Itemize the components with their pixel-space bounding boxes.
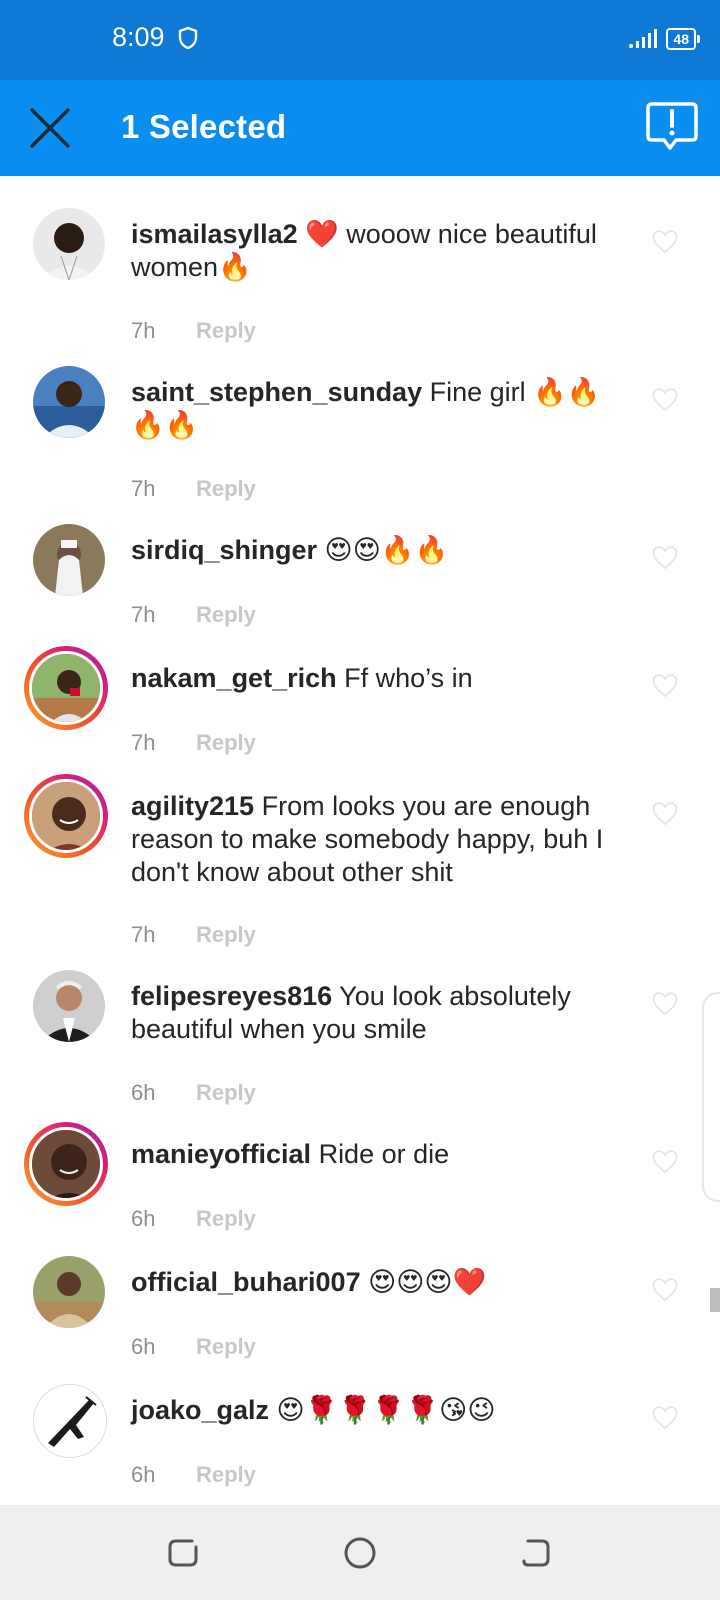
close-icon[interactable] xyxy=(24,102,76,154)
reply-button[interactable]: Reply xyxy=(196,1334,256,1360)
status-right: 48 xyxy=(628,28,700,50)
comment-content: 😍😍🔥🔥 xyxy=(317,535,449,565)
comment-text: saint_stephen_sunday Fine girl 🔥🔥🔥🔥 xyxy=(131,376,631,442)
reply-button[interactable]: Reply xyxy=(196,318,256,344)
heart-icon[interactable] xyxy=(650,384,680,414)
heart-icon[interactable] xyxy=(650,226,680,256)
avatar[interactable] xyxy=(29,1127,103,1201)
comment-text: nakam_get_rich Ff who’s in xyxy=(131,662,631,695)
comment-text: official_buhari007 😍😍😍❤️ xyxy=(131,1266,631,1299)
comment-username[interactable]: felipesreyes816 xyxy=(131,981,332,1011)
comment-time: 6h xyxy=(131,1206,156,1231)
comment-content: Ride or die xyxy=(311,1139,450,1169)
reply-button[interactable]: Reply xyxy=(196,922,256,948)
avatar[interactable] xyxy=(33,1384,107,1458)
edge-panel-handle[interactable] xyxy=(702,992,720,1202)
comment-time: 7h xyxy=(131,602,156,627)
comment-username[interactable]: sirdiq_shinger xyxy=(131,535,317,565)
comment-username[interactable]: nakam_get_rich xyxy=(131,663,337,693)
comment-text: sirdiq_shinger 😍😍🔥🔥 xyxy=(131,534,631,567)
comment-time: 7h xyxy=(131,730,156,755)
comment-time: 7h xyxy=(131,476,156,501)
reply-button[interactable]: Reply xyxy=(196,730,256,756)
comment-content: 😍😍😍❤️ xyxy=(360,1267,487,1297)
heart-icon[interactable] xyxy=(650,798,680,828)
comment-username[interactable]: agility215 xyxy=(131,791,254,821)
heart-icon[interactable] xyxy=(650,1146,680,1176)
status-bar: 8:09 48 xyxy=(0,0,720,80)
reply-button[interactable]: Reply xyxy=(196,602,256,628)
comment-text: ismailasylla2 ❤️ wooow nice beautiful wo… xyxy=(131,218,631,284)
comment-username[interactable]: official_buhari007 xyxy=(131,1267,361,1297)
selection-count-title: 1 Selected xyxy=(121,108,287,145)
selection-action-bar: 1 Selected xyxy=(0,80,720,176)
comment-username[interactable]: saint_stephen_sunday xyxy=(131,377,422,407)
reply-button[interactable]: Reply xyxy=(196,476,256,502)
comment-text: agility215 From looks you are enough rea… xyxy=(131,790,631,889)
comment-time: 6h xyxy=(131,1334,156,1359)
comment-content: Ff who’s in xyxy=(336,663,473,693)
avatar[interactable] xyxy=(33,208,105,280)
comment-text: joako_galz 😍🌹🌹🌹🌹😘😉 xyxy=(131,1394,631,1427)
avatar[interactable] xyxy=(33,366,105,438)
comment-username[interactable]: joako_galz xyxy=(131,1395,269,1425)
avatar-story-ring[interactable] xyxy=(24,1122,108,1206)
home-icon[interactable] xyxy=(342,1535,378,1571)
heart-icon[interactable] xyxy=(650,988,680,1018)
avatar[interactable] xyxy=(33,1256,105,1328)
comment-time: 7h xyxy=(131,318,156,343)
avatar-story-ring[interactable] xyxy=(24,646,108,730)
comment-text: felipesreyes816 You look absolutely beau… xyxy=(131,980,631,1046)
battery-indicator: 48 xyxy=(666,28,700,50)
reply-button[interactable]: Reply xyxy=(196,1206,256,1232)
reply-button[interactable]: Reply xyxy=(196,1462,256,1488)
comment-text: manieyofficial Ride or die xyxy=(131,1138,631,1171)
back-icon[interactable] xyxy=(518,1535,554,1571)
heart-icon[interactable] xyxy=(650,542,680,572)
comment-username[interactable]: manieyofficial xyxy=(131,1139,311,1169)
comment-username[interactable]: ismailasylla2 xyxy=(131,219,298,249)
avatar[interactable] xyxy=(33,524,105,596)
heart-icon[interactable] xyxy=(650,1274,680,1304)
comment-time: 7h xyxy=(131,922,156,947)
avatar-story-ring[interactable] xyxy=(24,774,108,858)
avatar[interactable] xyxy=(33,970,105,1042)
comment-time: 6h xyxy=(131,1080,156,1105)
scrollbar-thumb[interactable] xyxy=(710,1288,720,1312)
system-navigation-bar xyxy=(0,1505,720,1600)
avatar[interactable] xyxy=(29,651,103,725)
heart-icon[interactable] xyxy=(650,1402,680,1432)
comment-time: 6h xyxy=(131,1462,156,1487)
report-icon[interactable] xyxy=(646,100,698,154)
reply-button[interactable]: Reply xyxy=(196,1080,256,1106)
recents-icon[interactable] xyxy=(166,1535,202,1571)
heart-icon[interactable] xyxy=(650,670,680,700)
comment-content: 😍🌹🌹🌹🌹😘😉 xyxy=(269,1395,496,1425)
avatar[interactable] xyxy=(29,779,103,853)
signal-icon xyxy=(629,29,658,48)
shield-icon xyxy=(178,26,198,50)
status-time: 8:09 xyxy=(112,22,165,52)
